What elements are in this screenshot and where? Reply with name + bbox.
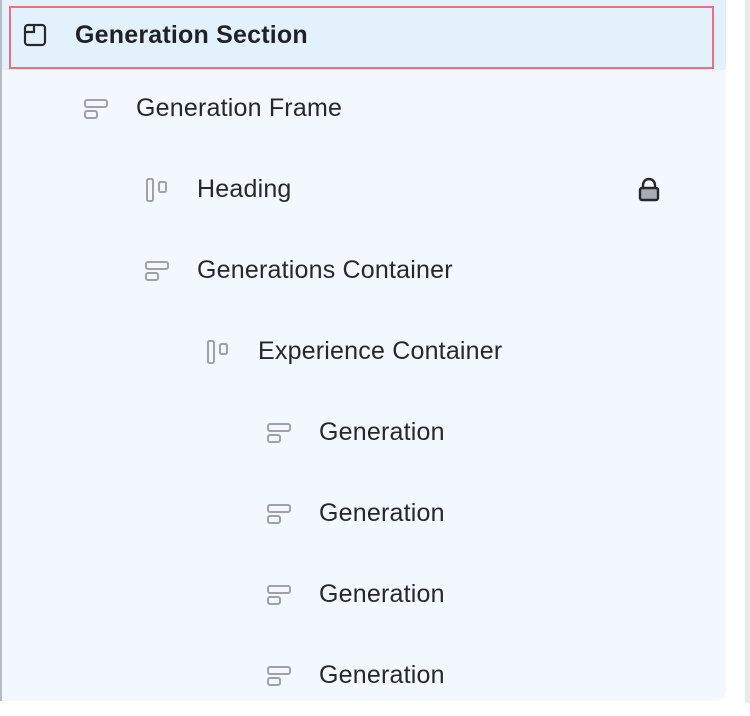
lock-icon[interactable] <box>636 177 662 203</box>
layer-row[interactable]: Generation <box>2 473 726 554</box>
frame-stack-icon <box>83 96 109 122</box>
layer-row[interactable]: Generation <box>2 392 726 473</box>
frame-stack-icon <box>266 420 292 446</box>
layer-label: Generation <box>319 580 445 608</box>
section-icon <box>22 22 48 48</box>
layer-label: Generation <box>319 418 445 446</box>
layer-label: Heading <box>197 175 292 203</box>
layer-row[interactable]: Generation <box>2 635 726 716</box>
layer-row[interactable]: Generation <box>2 554 726 635</box>
layer-label: Generation Section <box>75 20 308 49</box>
frame-stack-icon <box>144 258 170 284</box>
layer-row[interactable]: Experience Container <box>2 311 726 392</box>
layers-panel: Generation Section Generation Frame Headin… <box>0 0 726 701</box>
scrollbar[interactable] <box>745 0 750 703</box>
layer-label: Generations Container <box>197 256 453 284</box>
frame-stack-icon <box>266 501 292 527</box>
columns-icon <box>205 339 231 365</box>
layer-row[interactable]: Generation Frame <box>2 68 726 149</box>
frame-stack-icon <box>266 663 292 689</box>
layer-label: Generation <box>319 499 445 527</box>
layer-label: Generation <box>319 661 445 689</box>
columns-icon <box>144 177 170 203</box>
layer-label: Experience Container <box>258 337 503 365</box>
layer-row[interactable]: Generations Container <box>2 230 726 311</box>
layer-row[interactable]: Heading <box>2 149 726 230</box>
layer-row[interactable]: Generation Section <box>2 0 726 70</box>
frame-stack-icon <box>266 582 292 608</box>
layer-label: Generation Frame <box>136 94 343 122</box>
